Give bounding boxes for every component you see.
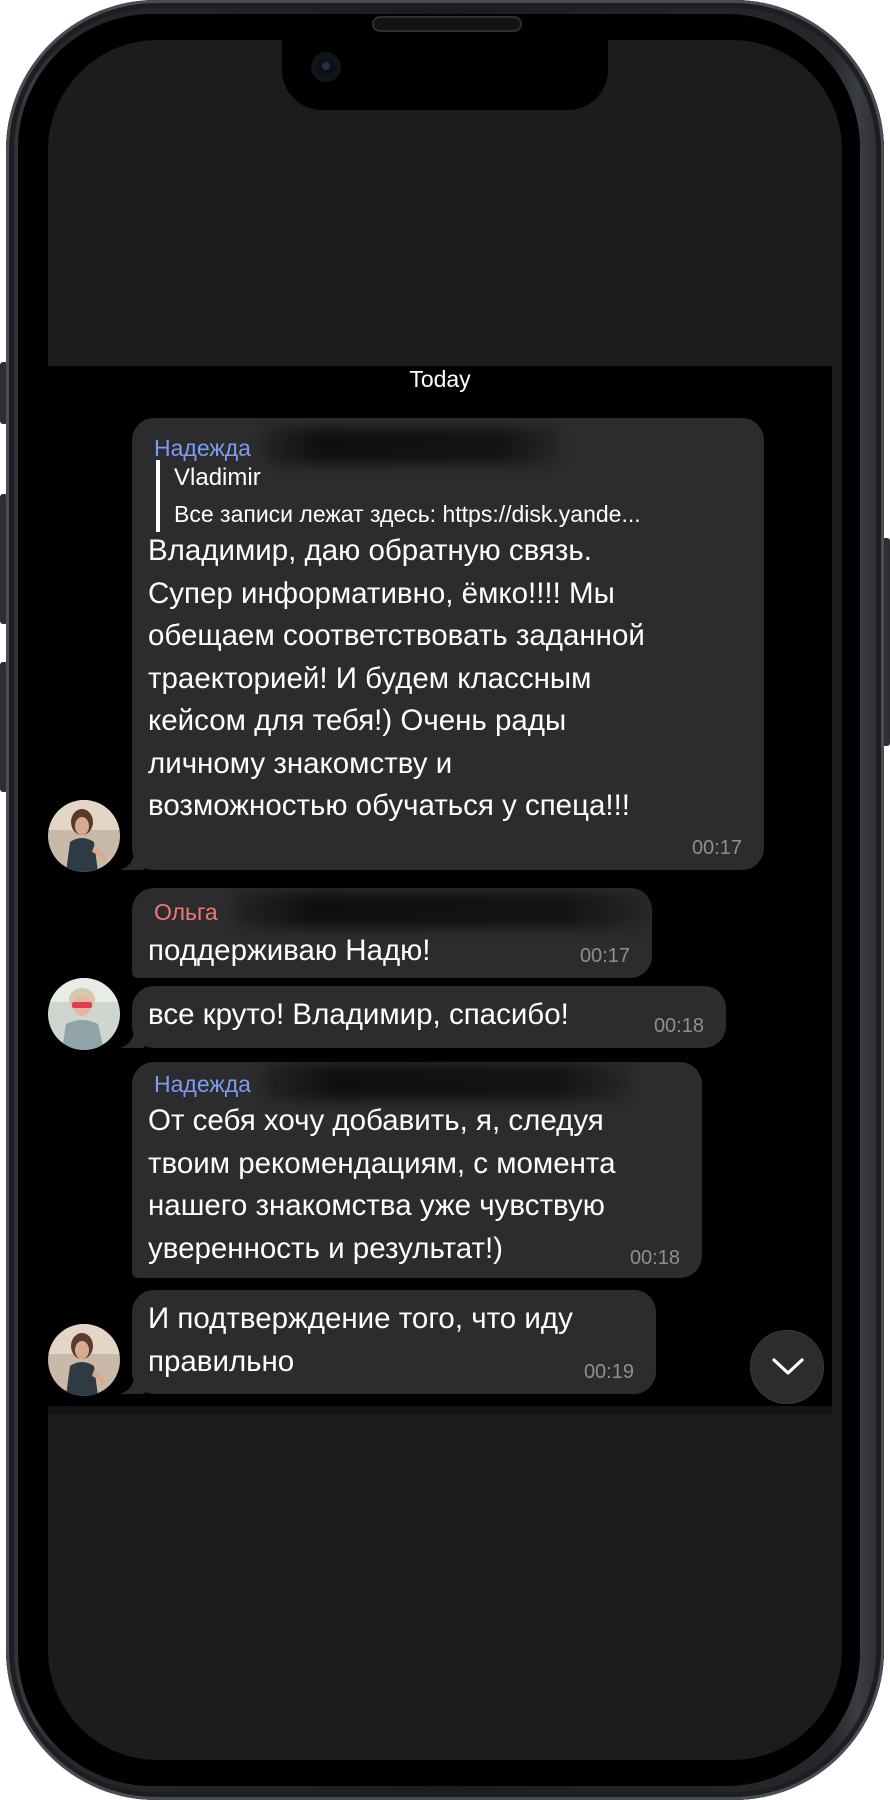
message-time: 00:19 bbox=[583, 1361, 634, 1383]
input-bar-edge bbox=[48, 1406, 832, 1414]
scroll-to-bottom-button[interactable] bbox=[750, 1330, 824, 1404]
redacted-area bbox=[262, 428, 562, 464]
front-camera bbox=[311, 52, 341, 82]
bubble-tail bbox=[120, 1368, 146, 1394]
message-bubble[interactable]: Ольга поддерживаю Надю! 00:17 bbox=[132, 888, 652, 978]
message-sender[interactable]: Ольга bbox=[154, 898, 218, 926]
message-time: 00:18 bbox=[629, 1247, 680, 1269]
message-sender[interactable]: Надежда bbox=[154, 434, 251, 462]
redacted-area bbox=[232, 892, 652, 928]
day-separator: Today bbox=[409, 366, 471, 392]
avatar[interactable] bbox=[48, 800, 120, 872]
avatar[interactable] bbox=[48, 978, 120, 1050]
reply-quote[interactable]: Vladimir Все записи лежат здесь: https:/… bbox=[156, 460, 641, 532]
bubble-tail bbox=[120, 1022, 146, 1048]
message-bubble[interactable]: все круто! Владимир, спасибо! 00:18 bbox=[132, 986, 726, 1048]
message-text: Владимир, даю обратную связь. Супер инфо… bbox=[148, 534, 645, 822]
message-bubble[interactable]: Надежда От себя хочу добавить, я, следуя… bbox=[132, 1062, 702, 1278]
message-text: все круто! Владимир, спасибо! bbox=[148, 998, 569, 1031]
message-bubble[interactable]: И подтверждение того, что иду правильно … bbox=[132, 1290, 656, 1394]
message-text: От себя хочу добавить, я, следуя твоим р… bbox=[148, 1104, 616, 1265]
message-text: И подтверждение того, что иду правильно bbox=[148, 1302, 573, 1378]
reply-preview: Все записи лежат здесь: https://disk.yan… bbox=[174, 501, 641, 527]
redacted-area bbox=[262, 1064, 632, 1100]
reply-author: Vladimir bbox=[174, 464, 261, 491]
message-time: 00:18 bbox=[653, 1015, 704, 1037]
chat-screenshot: Today Надежда Vladimir Все записи лежат … bbox=[48, 366, 832, 1414]
message-sender[interactable]: Надежда bbox=[154, 1070, 251, 1098]
avatar[interactable] bbox=[48, 1324, 120, 1396]
message-text: поддерживаю Надю! bbox=[148, 934, 431, 967]
earpiece-speaker bbox=[372, 16, 522, 32]
bubble-tail bbox=[120, 844, 146, 870]
message-time: 00:17 bbox=[691, 837, 742, 859]
message-bubble[interactable]: Надежда Vladimir Все записи лежат здесь:… bbox=[132, 418, 764, 870]
message-time: 00:17 bbox=[579, 945, 630, 967]
chevron-down-icon bbox=[772, 1358, 804, 1375]
